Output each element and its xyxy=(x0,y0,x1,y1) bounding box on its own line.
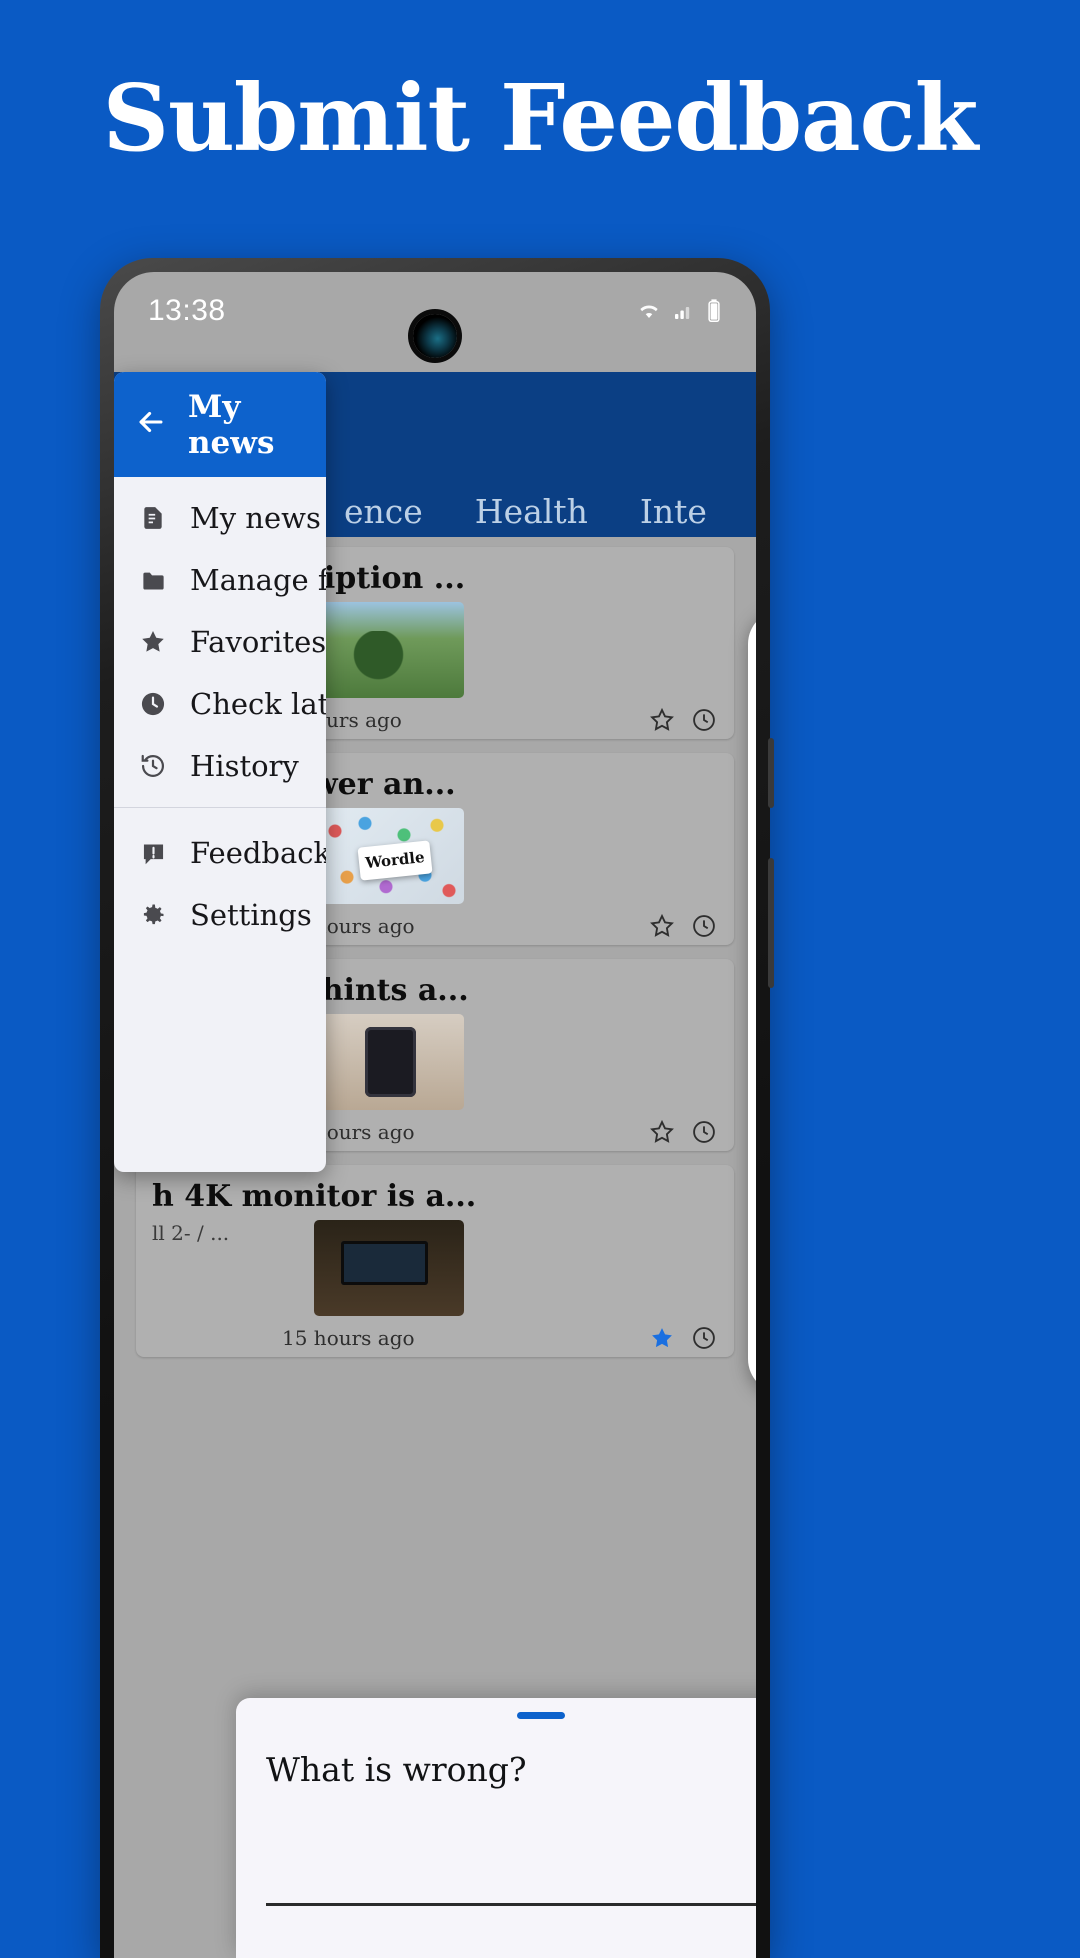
drawer-item-feedback[interactable]: Feedback xyxy=(114,822,326,884)
feedback-icon xyxy=(138,838,168,868)
phone-power-button xyxy=(768,738,774,808)
signal-icon xyxy=(672,299,696,323)
drawer-header: My news xyxy=(114,372,326,477)
article-thumbnail xyxy=(314,1220,464,1316)
article-timestamp: 15 hours ago xyxy=(282,1326,415,1350)
arrow-left-icon[interactable] xyxy=(134,405,168,444)
feedback-input-underline[interactable] xyxy=(266,1903,756,1906)
navigation-drawer: My news My news Manage feeds xyxy=(114,372,326,1172)
star-filled-icon[interactable] xyxy=(648,1324,676,1352)
drawer-item-label: Settings xyxy=(190,898,312,932)
phone-volume-button xyxy=(768,858,774,988)
status-icons xyxy=(636,298,722,324)
camera-punch-hole xyxy=(413,314,457,358)
clock-icon[interactable] xyxy=(690,912,718,940)
star-outline-icon[interactable] xyxy=(648,912,676,940)
history-icon xyxy=(138,751,168,781)
drawer-item-label: My news xyxy=(190,501,321,535)
status-time: 13:38 xyxy=(148,294,226,327)
battery-icon xyxy=(706,298,722,324)
draw-toolbar: Navigate Draw xyxy=(748,610,756,1393)
tab-science[interactable]: ence xyxy=(344,492,423,531)
drawer-divider xyxy=(114,807,326,808)
drawer-item-label: Check later xyxy=(190,687,326,721)
drawer-item-label: History xyxy=(190,749,299,783)
sheet-drag-handle[interactable] xyxy=(517,1712,565,1719)
drawer-item-manage-feeds[interactable]: Manage feeds xyxy=(114,549,326,611)
drawer-item-my-news[interactable]: My news xyxy=(114,487,326,549)
gear-icon xyxy=(138,900,168,930)
page-title: Submit Feedback xyxy=(102,64,979,172)
drawer-item-favorites[interactable]: Favorites xyxy=(114,611,326,673)
drawer-item-check-later[interactable]: Check later xyxy=(114,673,326,735)
phone-screen: ence Health Inte me subscription ... lis… xyxy=(114,272,756,1958)
clock-icon[interactable] xyxy=(690,1118,718,1146)
phone-mockup: ence Health Inte me subscription ... lis… xyxy=(100,258,774,1958)
thumbnail-caption: Wordle xyxy=(357,840,433,881)
drawer-item-settings[interactable]: Settings xyxy=(114,884,326,946)
drawer-menu: My news Manage feeds Favorites xyxy=(114,477,326,946)
feedback-question-label: What is wrong? xyxy=(266,1750,527,1789)
drawer-item-label: Feedback xyxy=(190,836,326,870)
article-thumbnail: Wordle xyxy=(314,808,464,904)
article-card[interactable]: h 4K monitor is a... ll 2- / ... 15 hour… xyxy=(136,1165,734,1357)
article-thumbnail xyxy=(314,1014,464,1110)
clock-icon xyxy=(138,689,168,719)
article-title: h 4K monitor is a... xyxy=(152,1179,477,1214)
drawer-item-label: Manage feeds xyxy=(190,563,326,597)
tab-internet[interactable]: Inte xyxy=(640,492,707,531)
tab-health[interactable]: Health xyxy=(475,492,588,531)
article-snippet: ll 2- / ... xyxy=(152,1221,230,1245)
star-outline-icon[interactable] xyxy=(648,706,676,734)
drawer-item-label: Favorites xyxy=(190,625,326,659)
article-thumbnail xyxy=(314,602,464,698)
drawer-title: My news xyxy=(188,388,275,461)
clock-icon[interactable] xyxy=(690,1324,718,1352)
star-outline-icon[interactable] xyxy=(648,1118,676,1146)
clock-icon[interactable] xyxy=(690,706,718,734)
star-icon xyxy=(138,627,168,657)
wifi-icon xyxy=(636,298,662,324)
drawer-item-history[interactable]: History xyxy=(114,735,326,797)
folder-icon xyxy=(138,565,168,595)
document-icon xyxy=(138,503,168,533)
feedback-bottom-sheet: What is wrong? xyxy=(236,1698,756,1958)
